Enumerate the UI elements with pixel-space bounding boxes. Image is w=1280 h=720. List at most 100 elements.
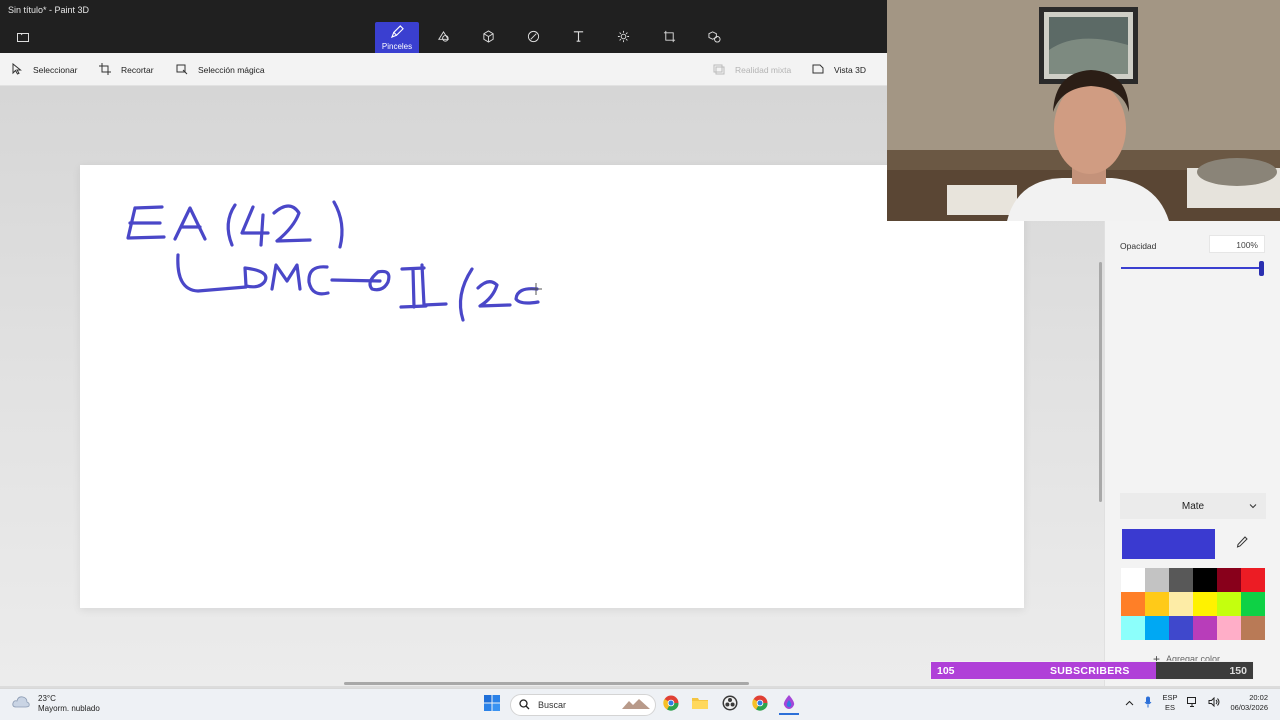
brush-properties-panel: Opacidad 100% Mate + Agregar color [1104,221,1280,686]
paint3d-app[interactable] [779,694,799,715]
obs-app[interactable] [720,695,740,715]
color-swatch[interactable] [1241,616,1265,640]
crop-label: Recortar [121,64,154,75]
mixed-reality-button[interactable]: Realidad mixta [713,53,791,86]
color-swatch[interactable] [1217,616,1241,640]
view-3d-button[interactable]: Vista 3D [812,53,866,86]
subscribers-current: 105 [937,665,955,677]
color-swatch[interactable] [1217,568,1241,592]
finish-dropdown[interactable]: Mate [1120,493,1266,519]
taskbar-search[interactable]: Buscar [510,694,656,716]
tab-2d-shapes[interactable] [421,22,465,53]
library-icon [707,30,721,45]
weather-temp: 23°C [38,694,56,703]
chrome-app[interactable] [661,695,681,715]
eyedropper-icon [1236,535,1248,553]
lang-top: ESP [1162,693,1178,702]
magic-select-button[interactable]: Selección mágica [176,53,265,86]
color-swatch[interactable] [1217,592,1241,616]
opacity-slider-track[interactable] [1121,267,1263,269]
input-language[interactable]: ESP ES [1162,693,1177,713]
search-placeholder: Buscar [538,700,567,710]
magic-select-icon [176,63,188,77]
clock-date: 06/03/2026 [1230,703,1268,712]
mixed-reality-label: Realidad mixta [735,64,792,75]
color-swatch[interactable] [1121,616,1145,640]
color-swatch[interactable] [1169,616,1193,640]
color-swatch[interactable] [1241,592,1265,616]
color-swatch[interactable] [1145,592,1169,616]
chrome-profile-app[interactable] [750,695,770,715]
mixed-reality-icon [713,63,725,77]
color-swatch[interactable] [1241,568,1265,592]
shapes-2d-icon [437,30,450,45]
search-icon [519,698,530,712]
tab-3d-library[interactable] [692,22,736,53]
view-3d-label: Vista 3D [834,64,866,75]
color-swatch[interactable] [1145,616,1169,640]
tab-effects[interactable] [601,22,645,53]
taskbar: 23°C Mayorm. nublado Buscar ESP ES 20:02… [0,688,1280,720]
color-swatch[interactable] [1193,568,1217,592]
crosshair-cursor [530,283,542,295]
lang-bottom: ES [1164,703,1175,712]
search-highlight-icon [621,697,651,713]
text-icon [572,30,585,45]
weather-widget[interactable]: 23°C Mayorm. nublado [12,694,100,714]
secondary-toolbar: Seleccionar Recortar Selección mágica Re… [0,53,887,86]
volume-icon[interactable] [1208,696,1220,709]
clock-time: 20:02 [1249,693,1268,702]
subscribers-label: SUBSCRIBERS [1050,665,1130,677]
chrome-profile-icon [752,695,768,716]
crop-icon [99,62,111,77]
microphone-icon[interactable] [1144,696,1152,710]
opacity-label: Opacidad [1120,241,1157,251]
select-label: Seleccionar [33,64,78,75]
start-button[interactable] [482,694,502,716]
tab-text[interactable] [556,22,600,53]
chrome-icon [663,695,679,716]
color-swatch[interactable] [1121,568,1145,592]
clock[interactable]: 20:02 06/03/2026 [1230,693,1268,713]
crop-button[interactable]: Recortar [99,53,154,86]
opacity-input[interactable]: 100% [1209,235,1265,253]
menu-folder-icon[interactable] [14,29,32,45]
paint3d-icon [782,694,796,715]
title-bar: Sin título* - Paint 3D Pinceles [0,0,887,53]
color-swatch[interactable] [1121,592,1145,616]
windows-logo-icon [484,694,500,716]
current-color-swatch[interactable] [1122,529,1215,559]
tab-brushes-label: Pinceles [381,41,413,51]
view-3d-icon [812,63,824,77]
horizontal-scrollbar[interactable] [344,682,749,685]
color-palette [1121,568,1265,640]
system-tray: ESP ES 20:02 06/03/2026 [1125,693,1268,713]
color-swatch[interactable] [1193,592,1217,616]
window-title: Sin título* - Paint 3D [8,5,90,15]
canvas-crop-icon [663,30,676,45]
vertical-scrollbar[interactable] [1099,262,1102,502]
finish-value: Mate [1181,500,1205,512]
tab-stickers[interactable] [511,22,555,53]
handwriting-strokes [126,200,542,322]
opacity-slider-thumb[interactable] [1259,261,1264,276]
tab-canvas[interactable] [647,22,691,53]
file-explorer-app[interactable] [690,695,710,715]
color-swatch[interactable] [1145,568,1169,592]
eyedropper-button[interactable] [1227,532,1257,556]
chevron-up-icon[interactable] [1125,699,1134,708]
network-icon[interactable] [1187,697,1198,709]
pointer-icon [11,62,23,77]
drawing-canvas[interactable] [80,165,1024,608]
select-button[interactable]: Seleccionar [11,53,77,86]
chevron-down-icon [1248,501,1258,511]
cloud-icon [12,695,30,714]
sticker-icon [527,30,540,45]
color-swatch[interactable] [1193,616,1217,640]
color-swatch[interactable] [1169,568,1193,592]
color-swatch[interactable] [1169,592,1193,616]
weather-desc: Mayorm. nublado [38,704,100,713]
magic-select-label: Selección mágica [198,64,265,75]
tab-3d-shapes[interactable] [466,22,510,53]
tab-brushes[interactable]: Pinceles [375,22,419,53]
